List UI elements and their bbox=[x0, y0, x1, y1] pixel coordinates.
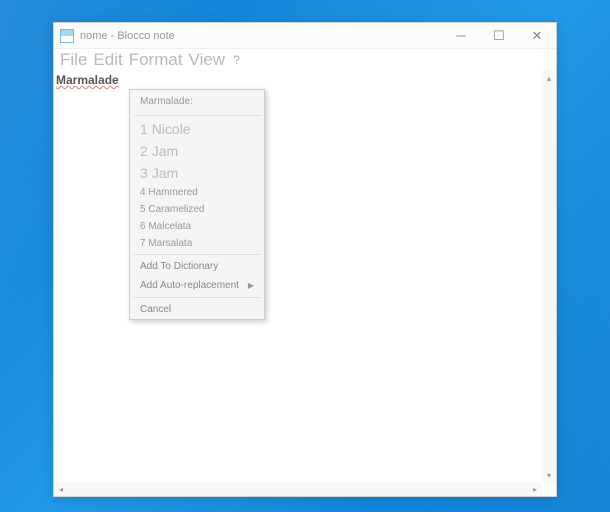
menu-separator bbox=[134, 297, 260, 298]
menu-help[interactable]: ? bbox=[229, 53, 244, 67]
scroll-right-icon[interactable]: ▸ bbox=[528, 482, 542, 496]
suggestion-3[interactable]: 3 Jam bbox=[130, 162, 264, 184]
scroll-up-icon[interactable]: ▴ bbox=[542, 71, 556, 85]
menu-separator bbox=[134, 254, 260, 255]
cancel-menu-item[interactable]: Cancel bbox=[130, 300, 264, 319]
scroll-down-icon[interactable]: ▾ bbox=[542, 468, 556, 482]
spellcheck-context-menu: Marmalade: 1 Nicole 2 Jam 3 Jam 4 Hammer… bbox=[129, 89, 265, 320]
menu-format[interactable]: Format bbox=[127, 50, 185, 70]
text-area[interactable]: Marmalade Marmalade: 1 Nicole 2 Jam 3 Ja… bbox=[54, 71, 556, 496]
notepad-icon bbox=[60, 29, 74, 43]
suggestion-2[interactable]: 2 Jam bbox=[130, 140, 264, 162]
vertical-scrollbar[interactable]: ▴ ▾ bbox=[542, 71, 556, 482]
add-auto-replacement[interactable]: Add Auto-replacement ▶ bbox=[130, 276, 264, 295]
document-text[interactable]: Marmalade bbox=[56, 73, 119, 87]
context-menu-header: Marmalade: bbox=[130, 90, 264, 113]
window-title: nome - Blocco note bbox=[80, 30, 442, 42]
close-button[interactable]: ✕ bbox=[518, 23, 556, 49]
scroll-left-icon[interactable]: ◂ bbox=[54, 482, 68, 496]
menu-edit[interactable]: Edit bbox=[91, 50, 124, 70]
menu-separator bbox=[134, 115, 260, 116]
menubar: File Edit Format View ? bbox=[54, 49, 556, 71]
suggestion-4[interactable]: 4 Hammered bbox=[130, 184, 264, 201]
horizontal-scrollbar[interactable]: ◂ ▸ bbox=[54, 482, 542, 496]
menu-view[interactable]: View bbox=[187, 50, 228, 70]
suggestion-5[interactable]: 5 Caramelized bbox=[130, 201, 264, 218]
suggestion-7[interactable]: 7 Marsalata bbox=[130, 235, 264, 252]
notepad-window: nome - Blocco note ─ ☐ ✕ File Edit Forma… bbox=[53, 22, 557, 497]
suggestion-1[interactable]: 1 Nicole bbox=[130, 118, 264, 140]
suggestion-6[interactable]: 6 Malcelata bbox=[130, 218, 264, 235]
submenu-arrow-icon: ▶ bbox=[248, 281, 254, 290]
menu-file[interactable]: File bbox=[58, 50, 89, 70]
add-to-dictionary[interactable]: Add To Dictionary bbox=[130, 257, 264, 276]
maximize-button[interactable]: ☐ bbox=[480, 23, 518, 49]
titlebar[interactable]: nome - Blocco note ─ ☐ ✕ bbox=[54, 23, 556, 49]
window-controls: ─ ☐ ✕ bbox=[442, 23, 556, 49]
minimize-button[interactable]: ─ bbox=[442, 23, 480, 49]
